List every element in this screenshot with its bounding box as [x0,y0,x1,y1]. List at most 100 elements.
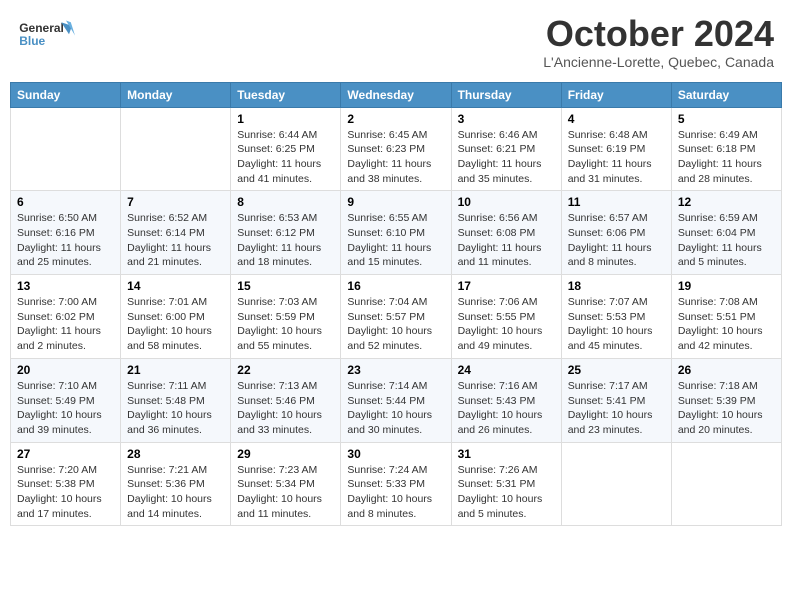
calendar-cell: 22 Sunrise: 7:13 AMSunset: 5:46 PMDayligh… [231,358,341,442]
day-info: Sunrise: 7:16 AMSunset: 5:43 PMDaylight:… [458,379,555,438]
day-number: 7 [127,195,224,209]
svg-text:General: General [19,21,64,35]
day-info: Sunrise: 7:23 AMSunset: 5:34 PMDaylight:… [237,463,334,522]
logo-svg: General Blue [18,14,78,54]
calendar-cell: 17 Sunrise: 7:06 AMSunset: 5:55 PMDayligh… [451,275,561,359]
day-number: 27 [17,447,114,461]
day-header-saturday: Saturday [671,82,781,107]
day-info: Sunrise: 7:21 AMSunset: 5:36 PMDaylight:… [127,463,224,522]
day-header-monday: Monday [121,82,231,107]
calendar-cell [671,442,781,526]
day-number: 18 [568,279,665,293]
day-info: Sunrise: 7:18 AMSunset: 5:39 PMDaylight:… [678,379,775,438]
day-info: Sunrise: 7:06 AMSunset: 5:55 PMDaylight:… [458,295,555,354]
day-number: 13 [17,279,114,293]
day-number: 31 [458,447,555,461]
day-header-tuesday: Tuesday [231,82,341,107]
day-number: 6 [17,195,114,209]
calendar-week-1: 1 Sunrise: 6:44 AMSunset: 6:25 PMDaylight… [11,107,782,191]
day-info: Sunrise: 6:45 AMSunset: 6:23 PMDaylight:… [347,128,444,187]
calendar-cell: 18 Sunrise: 7:07 AMSunset: 5:53 PMDayligh… [561,275,671,359]
day-number: 1 [237,112,334,126]
day-number: 28 [127,447,224,461]
day-header-friday: Friday [561,82,671,107]
calendar-cell [121,107,231,191]
day-number: 24 [458,363,555,377]
day-info: Sunrise: 6:49 AMSunset: 6:18 PMDaylight:… [678,128,775,187]
day-number: 8 [237,195,334,209]
calendar-cell: 25Sunrise: 7:17 AMSunset: 5:41 PMDayligh… [561,358,671,442]
day-info: Sunrise: 7:07 AMSunset: 5:53 PMDaylight:… [568,295,665,354]
calendar-cell: 4 Sunrise: 6:48 AMSunset: 6:19 PMDaylight… [561,107,671,191]
day-number: 30 [347,447,444,461]
day-info: Sunrise: 6:52 AMSunset: 6:14 PMDaylight:… [127,211,224,270]
day-number: 20 [17,363,114,377]
calendar-cell: 12 Sunrise: 6:59 AMSunset: 6:04 PMDayligh… [671,191,781,275]
day-number: 3 [458,112,555,126]
calendar-cell: 14 Sunrise: 7:01 AMSunset: 6:00 PMDayligh… [121,275,231,359]
svg-text:Blue: Blue [19,34,45,48]
calendar-cell: 7 Sunrise: 6:52 AMSunset: 6:14 PMDaylight… [121,191,231,275]
calendar-week-2: 6 Sunrise: 6:50 AMSunset: 6:16 PMDaylight… [11,191,782,275]
calendar-cell: 11 Sunrise: 6:57 AMSunset: 6:06 PMDayligh… [561,191,671,275]
title-section: October 2024 L'Ancienne-Lorette, Quebec,… [543,14,774,70]
calendar-cell: 3 Sunrise: 6:46 AMSunset: 6:21 PMDaylight… [451,107,561,191]
calendar-cell [561,442,671,526]
day-info: Sunrise: 6:46 AMSunset: 6:21 PMDaylight:… [458,128,555,187]
day-info: Sunrise: 6:59 AMSunset: 6:04 PMDaylight:… [678,211,775,270]
logo: General Blue [18,14,78,54]
calendar-week-5: 27 Sunrise: 7:20 AMSunset: 5:38 PMDayligh… [11,442,782,526]
day-info: Sunrise: 7:10 AMSunset: 5:49 PMDaylight:… [17,379,114,438]
calendar-cell: 31 Sunrise: 7:26 AMSunset: 5:31 PMDayligh… [451,442,561,526]
day-number: 5 [678,112,775,126]
calendar-cell: 28 Sunrise: 7:21 AMSunset: 5:36 PMDayligh… [121,442,231,526]
calendar-cell: 29 Sunrise: 7:23 AMSunset: 5:34 PMDayligh… [231,442,341,526]
day-number: 17 [458,279,555,293]
day-info: Sunrise: 6:44 AMSunset: 6:25 PMDaylight:… [237,128,334,187]
calendar-cell: 10 Sunrise: 6:56 AMSunset: 6:08 PMDayligh… [451,191,561,275]
day-info: Sunrise: 7:04 AMSunset: 5:57 PMDaylight:… [347,295,444,354]
day-info: Sunrise: 6:50 AMSunset: 6:16 PMDaylight:… [17,211,114,270]
location: L'Ancienne-Lorette, Quebec, Canada [543,54,774,70]
calendar-cell: 1 Sunrise: 6:44 AMSunset: 6:25 PMDaylight… [231,107,341,191]
day-info: Sunrise: 7:01 AMSunset: 6:00 PMDaylight:… [127,295,224,354]
day-number: 22 [237,363,334,377]
calendar-week-3: 13 Sunrise: 7:00 AMSunset: 6:02 PMDayligh… [11,275,782,359]
day-number: 14 [127,279,224,293]
month-title: October 2024 [543,14,774,54]
day-info: Sunrise: 7:03 AMSunset: 5:59 PMDaylight:… [237,295,334,354]
day-number: 11 [568,195,665,209]
calendar-cell: 23Sunrise: 7:14 AMSunset: 5:44 PMDayligh… [341,358,451,442]
day-number: 29 [237,447,334,461]
day-number: 10 [458,195,555,209]
calendar-cell: 19Sunrise: 7:08 AMSunset: 5:51 PMDayligh… [671,275,781,359]
day-info: Sunrise: 7:26 AMSunset: 5:31 PMDaylight:… [458,463,555,522]
day-number: 26 [678,363,775,377]
calendar-cell: 5 Sunrise: 6:49 AMSunset: 6:18 PMDaylight… [671,107,781,191]
calendar-cell: 21Sunrise: 7:11 AMSunset: 5:48 PMDayligh… [121,358,231,442]
day-header-wednesday: Wednesday [341,82,451,107]
calendar-cell: 30Sunrise: 7:24 AMSunset: 5:33 PMDayligh… [341,442,451,526]
calendar-cell: 9Sunrise: 6:55 AMSunset: 6:10 PMDaylight… [341,191,451,275]
day-number: 25 [568,363,665,377]
day-info: Sunrise: 6:48 AMSunset: 6:19 PMDaylight:… [568,128,665,187]
day-header-thursday: Thursday [451,82,561,107]
calendar-cell: 26 Sunrise: 7:18 AMSunset: 5:39 PMDayligh… [671,358,781,442]
calendar-cell: 20 Sunrise: 7:10 AMSunset: 5:49 PMDayligh… [11,358,121,442]
day-info: Sunrise: 7:00 AMSunset: 6:02 PMDaylight:… [17,295,114,354]
day-number: 16 [347,279,444,293]
day-number: 9 [347,195,444,209]
day-number: 4 [568,112,665,126]
day-number: 19 [678,279,775,293]
day-number: 21 [127,363,224,377]
day-number: 12 [678,195,775,209]
day-info: Sunrise: 7:13 AMSunset: 5:46 PMDaylight:… [237,379,334,438]
day-info: Sunrise: 7:20 AMSunset: 5:38 PMDaylight:… [17,463,114,522]
day-info: Sunrise: 6:57 AMSunset: 6:06 PMDaylight:… [568,211,665,270]
calendar-table: SundayMondayTuesdayWednesdayThursdayFrid… [10,82,782,527]
calendar-cell: 2Sunrise: 6:45 AMSunset: 6:23 PMDaylight… [341,107,451,191]
calendar-cell: 15Sunrise: 7:03 AMSunset: 5:59 PMDayligh… [231,275,341,359]
day-info: Sunrise: 6:56 AMSunset: 6:08 PMDaylight:… [458,211,555,270]
day-info: Sunrise: 7:14 AMSunset: 5:44 PMDaylight:… [347,379,444,438]
calendar-cell: 6 Sunrise: 6:50 AMSunset: 6:16 PMDaylight… [11,191,121,275]
